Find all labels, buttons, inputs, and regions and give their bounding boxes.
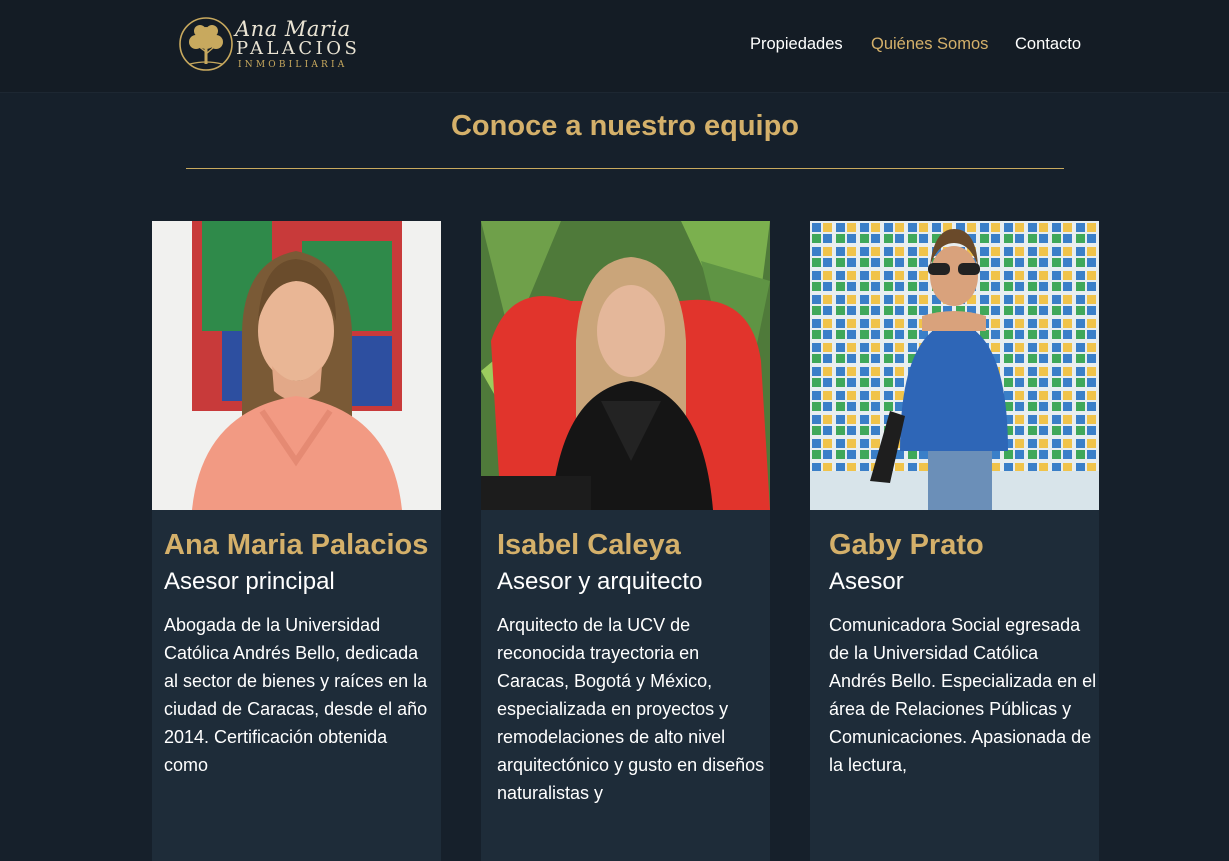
team-photo-ana-maria xyxy=(152,221,441,510)
member-role: Asesor y arquitecto xyxy=(497,568,703,595)
member-role: Asesor principal xyxy=(164,568,335,595)
team-photo-isabel-caleya xyxy=(481,221,770,510)
brand-tagline: INMOBILIARIA xyxy=(238,60,348,70)
member-name: Isabel Caleya xyxy=(497,529,681,561)
member-bio: Arquitecto de la UCV de reconocida traye… xyxy=(497,615,765,803)
site-header: Ana Maria PALACIOS INMOBILIARIA Propieda… xyxy=(0,0,1229,93)
team-card-gaby-prato: Gaby Prato Asesor Comunicadora Social eg… xyxy=(810,221,1099,861)
title-divider xyxy=(186,168,1064,169)
member-bio: Abogada de la Universidad Católica André… xyxy=(164,615,428,775)
nav-propiedades[interactable]: Propiedades xyxy=(750,35,843,54)
tree-icon xyxy=(179,17,233,71)
brand-name: PALACIOS xyxy=(236,38,361,59)
member-bio: Comunicadora Social egresada de la Unive… xyxy=(829,615,1097,775)
team-photo-gaby-prato xyxy=(810,221,1099,510)
nav-quienes-somos[interactable]: Quiénes Somos xyxy=(871,35,988,54)
member-name: Gaby Prato xyxy=(829,529,984,561)
team-card-isabel-caleya: Isabel Caleya Asesor y arquitecto Arquit… xyxy=(481,221,770,861)
member-name: Ana Maria Palacios xyxy=(164,529,429,561)
member-role: Asesor xyxy=(829,568,904,595)
nav-contacto[interactable]: Contacto xyxy=(1015,35,1081,54)
brand-logo[interactable]: Ana Maria PALACIOS INMOBILIARIA xyxy=(178,16,368,74)
section-title: Conoce a nuestro equipo xyxy=(450,110,800,142)
team-card-ana-maria: Ana Maria Palacios Asesor principal Abog… xyxy=(152,221,441,861)
